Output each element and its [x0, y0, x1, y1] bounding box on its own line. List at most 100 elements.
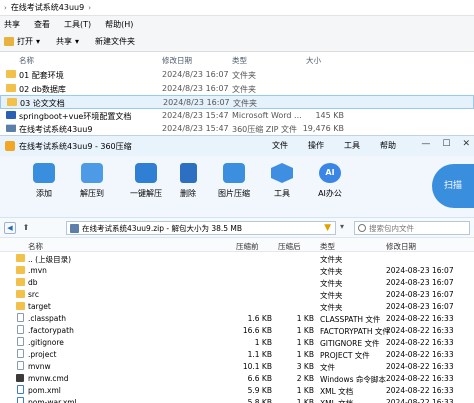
column-name[interactable]: 名称 — [19, 55, 34, 66]
xml-file-icon — [17, 385, 24, 394]
ai-office-icon: AI — [319, 163, 341, 183]
extract-to-icon — [81, 163, 103, 183]
column-type[interactable]: 类型 — [232, 55, 247, 66]
explorer-file-list: 01 配套环境 2024/8/23 16:07 文件夹 02 db数据库 2024/8/… — [0, 68, 474, 136]
table-row[interactable]: 在线考试系统43uu9 2024/8/23 15:47 360压缩 ZIP 文件 19… — [0, 122, 474, 136]
file-type: Microsoft Word ... — [232, 110, 302, 120]
table-row[interactable]: springboot+vue环境配置文档 2024/8/23 15:47 Micro… — [0, 109, 474, 123]
entry-compressed-size: 1 KB — [296, 398, 314, 403]
chevron-down-icon[interactable]: ▼ — [324, 223, 331, 233]
zip-app-icon — [5, 141, 15, 151]
xml-file-icon — [17, 397, 24, 403]
entry-modified: 2024-08-22 16:33 — [386, 398, 454, 403]
close-icon[interactable]: ✕ — [462, 139, 470, 149]
column-compressed-size[interactable]: 压缩后 — [278, 241, 301, 252]
menu-help[interactable]: 帮助(H) — [105, 19, 133, 30]
table-row[interactable]: .classpath 1.6 KB 1 KB CLASSPATH 文件 2024-08-… — [0, 312, 474, 324]
ai-office-button[interactable]: AI AI办公 — [302, 160, 358, 212]
new-folder-button[interactable]: 新建文件夹 — [95, 36, 135, 47]
entry-name: .classpath — [28, 314, 67, 323]
entry-name: target — [28, 302, 51, 311]
breadcrumb-segment[interactable]: 在线考试系统43uu9 — [11, 2, 84, 13]
open-folder-icon — [4, 37, 14, 46]
table-row[interactable]: src 文件夹 2024-08-23 16:07 — [0, 288, 474, 300]
zip-navigation-bar: ◀ ⬆ 在线考试系统43uu9.zip - 解包大小为 38.5 MB ▼ ▾ — [0, 218, 474, 238]
column-modified[interactable]: 修改日期 — [386, 241, 416, 252]
file-name: 01 配套环境 — [19, 71, 64, 80]
folder-icon — [16, 254, 25, 262]
entry-type: XML 文档 — [320, 398, 353, 403]
menu-view[interactable]: 查看 — [34, 19, 50, 30]
table-row[interactable]: .gitignore 1 KB 1 KB GITIGNORE 文件 2024-08-22… — [0, 336, 474, 348]
table-row[interactable]: .factorypath 16.6 KB 1 KB FACTORYPATH 文件 202… — [0, 324, 474, 336]
entry-modified: 2024-08-22 16:33 — [386, 386, 454, 395]
table-row[interactable]: 02 db数据库 2024/8/23 16:07 文件夹 — [0, 82, 474, 96]
table-row[interactable]: mvnw 10.1 KB 3 KB 文件 2024-08-22 16:33 — [0, 360, 474, 372]
column-date[interactable]: 修改日期 — [162, 55, 192, 66]
table-row[interactable]: pom-war.xml5.8 KB1 KBXML 文档2024-08-22 16… — [0, 396, 474, 403]
table-row[interactable]: .mvn 文件夹 2024-08-23 16:07 — [0, 264, 474, 276]
folder-icon — [16, 302, 25, 310]
table-row[interactable]: target 文件夹 2024-08-23 16:07 — [0, 300, 474, 312]
file-name: springboot+vue环境配置文档 — [19, 111, 132, 121]
archive-file-list: .. (上级目录) 文件夹 .mvn 文件夹 2024-08-23 16:07 db 文件夹… — [0, 252, 474, 403]
column-size[interactable]: 大小 — [306, 55, 321, 66]
zip-title-bar: 在线考试系统43uu9 - 360压缩 文件 操作 工具 帮助 — ☐ ✕ — [0, 136, 474, 156]
menu-file[interactable]: 文件 — [272, 140, 288, 151]
open-button[interactable]: 打开 ▾ — [4, 36, 40, 47]
archive-path-field[interactable]: 在线考试系统43uu9.zip - 解包大小为 38.5 MB ▼ — [66, 221, 336, 235]
entry-compressed-size: 1 KB — [296, 386, 314, 395]
entry-modified: 2024-08-22 16:33 — [386, 326, 454, 335]
column-type[interactable]: 类型 — [320, 241, 335, 252]
path-dropdown-icon[interactable]: ▾ — [340, 222, 344, 231]
entry-name: .mvn — [28, 266, 47, 275]
address-bar[interactable]: › 在线考试系统43uu9 › — [0, 0, 474, 16]
back-icon[interactable]: ◀ — [4, 222, 16, 234]
up-folder-icon[interactable]: ⬆ — [20, 222, 32, 234]
word-doc-icon — [6, 110, 16, 119]
entry-name: db — [28, 278, 38, 287]
scan-button[interactable]: 扫描 — [432, 164, 474, 208]
menu-tools[interactable]: 工具(T) — [64, 19, 91, 30]
file-name: 在线考试系统43uu9 — [19, 125, 93, 134]
entry-name: src — [28, 290, 39, 299]
entry-modified: 2024-08-22 16:33 — [386, 374, 454, 383]
one-click-extract-icon — [135, 163, 157, 183]
column-size[interactable]: 压缩前 — [236, 241, 259, 252]
minimize-icon[interactable]: — — [421, 139, 430, 149]
entry-compressed-size: 2 KB — [296, 374, 314, 383]
zip-window: 在线考试系统43uu9 - 360压缩 文件 操作 工具 帮助 — ☐ ✕ 添加… — [0, 135, 474, 403]
menu-tools[interactable]: 工具 — [344, 140, 360, 151]
table-row[interactable]: db 文件夹 2024-08-23 16:07 — [0, 276, 474, 288]
maximize-icon[interactable]: ☐ — [442, 139, 450, 149]
delete-icon — [179, 163, 197, 183]
search-input[interactable] — [369, 223, 467, 234]
file-name: 03 论文文档 — [20, 99, 65, 108]
add-icon — [33, 163, 55, 183]
table-row[interactable]: 03 论文文档 2024/8/23 16:07 文件夹 — [0, 95, 474, 109]
archive-search-box[interactable] — [354, 221, 470, 235]
entry-modified: 2024-08-22 16:33 — [386, 362, 454, 371]
table-row[interactable]: .. (上级目录) 文件夹 — [0, 252, 474, 264]
search-icon — [358, 224, 366, 232]
zip-toolbar: 添加 解压到 一键解压 删除 图片压缩 工具 AI AI办公 扫描 — [0, 156, 474, 218]
tools-icon — [271, 163, 293, 183]
column-name[interactable]: 名称 — [28, 241, 43, 252]
zip-file-icon — [6, 124, 16, 132]
share-button[interactable]: 共享 ▾ — [56, 36, 79, 47]
table-row[interactable]: .project 1.1 KB 1 KB PROJECT 文件 2024-08-22 1… — [0, 348, 474, 360]
menu-operation[interactable]: 操作 — [308, 140, 324, 151]
file-date: 2024/8/23 16:07 — [162, 70, 229, 79]
entry-modified: 2024-08-22 16:33 — [386, 338, 454, 347]
entry-name: pom-war.xml — [28, 398, 77, 403]
table-row[interactable]: 01 配套环境 2024/8/23 16:07 文件夹 — [0, 68, 474, 82]
table-row[interactable]: pom.xml 5.9 KB 1 KB XML 文档 2024-08-22 16:33 — [0, 384, 474, 396]
menu-share[interactable]: 共享 — [4, 19, 20, 30]
table-row[interactable]: mvnw.cmd 6.6 KB 2 KB Windows 命令脚本 2024-08-22… — [0, 372, 474, 384]
entry-compressed-size: 1 KB — [296, 338, 314, 347]
file-type: 文件夹 — [233, 99, 257, 108]
menu-help[interactable]: 帮助 — [380, 140, 396, 151]
extract-to-button[interactable]: 解压到 — [64, 160, 120, 212]
file-icon — [17, 313, 24, 322]
entry-name: mvnw.cmd — [28, 374, 69, 383]
